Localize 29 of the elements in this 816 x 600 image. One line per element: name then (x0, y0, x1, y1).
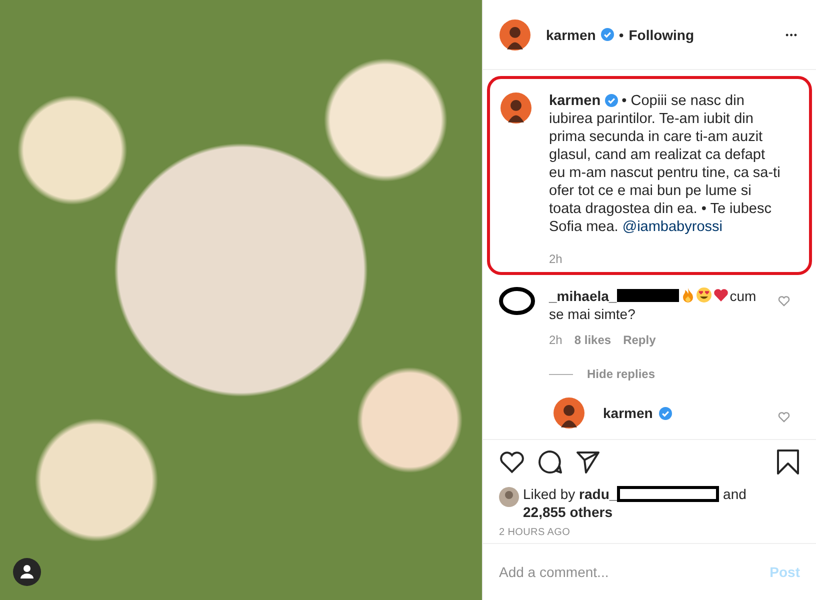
author-avatar-icon[interactable] (500, 92, 532, 124)
caption-text: karmen • Copiii se nasc din iubirea parintilor. Te-am iubit din prima secunda in care ti-am auzit glasul, cand am realizat ca defapt eu m-am nascut pentru tine, ca sa-ti ofer tot ce e mai bun pe lume si toata dragostea din ea. • Te iubesc Sofia mea. @iambabyrossi (549, 92, 782, 236)
username-link[interactable]: radu_ (579, 486, 618, 502)
comment-icon[interactable] (537, 449, 563, 475)
heart-icon[interactable] (499, 449, 525, 475)
liked-by-text: Liked by radu_ and 22,855 others (523, 485, 748, 521)
bookmark-icon[interactable] (776, 449, 800, 475)
reply-avatar-icon[interactable] (553, 397, 585, 429)
heart-eyes-face-icon (696, 287, 712, 303)
following-button[interactable]: Following (628, 26, 694, 42)
comment-text: _mihaela_ cum se mai simte? (549, 287, 758, 323)
timestamp: 2 HOURS AGO (499, 527, 572, 538)
username-link[interactable]: karmen (603, 405, 653, 421)
more-options-button[interactable]: ••• (784, 28, 800, 42)
fire-icon (680, 287, 695, 303)
comment-time: 2h (549, 333, 562, 347)
profile-avatar-icon[interactable] (499, 18, 531, 50)
mention-link[interactable]: @iambabyrossi (622, 219, 722, 235)
send-icon[interactable] (575, 449, 601, 475)
separator-dot: • (618, 26, 624, 42)
username-link[interactable]: _mihaela_ (549, 288, 617, 304)
caption-time: 2h (549, 252, 564, 266)
others-link[interactable]: 22,855 others (523, 504, 612, 520)
liker-avatar-icon[interactable] (499, 487, 519, 507)
heart-emoji-icon (712, 287, 729, 303)
username-link[interactable]: karmen (546, 26, 596, 42)
username-link[interactable]: karmen (549, 93, 601, 109)
avatar-outline-icon (499, 287, 535, 315)
user-tag-icon[interactable] (13, 558, 41, 586)
